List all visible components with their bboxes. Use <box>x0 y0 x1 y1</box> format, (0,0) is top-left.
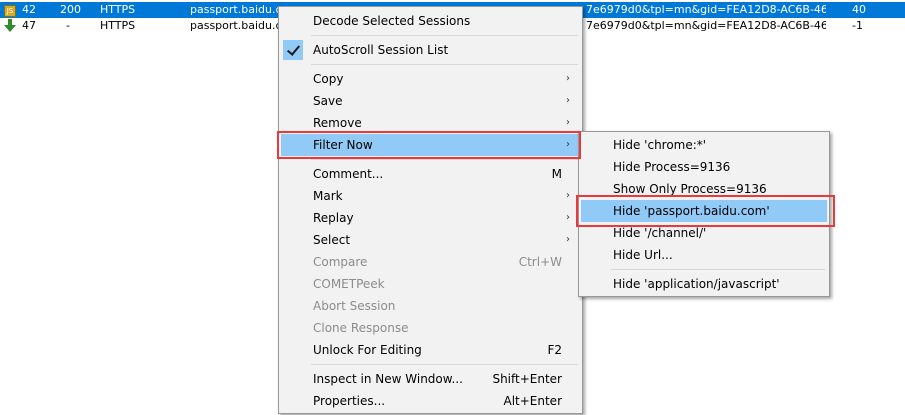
session-result: 200 <box>60 3 81 16</box>
menu-item-replay[interactable]: Replay › <box>281 207 580 229</box>
session-number: 42 <box>22 3 36 16</box>
shortcut-label: M <box>551 167 562 181</box>
menu-item-compare[interactable]: Compare Ctrl+W <box>281 251 580 273</box>
submenu-arrow-icon: › <box>566 212 570 223</box>
submenu-item-show-only-process[interactable]: Show Only Process=9136 <box>581 178 827 200</box>
menu-separator <box>611 269 825 270</box>
checkmark-icon <box>283 40 303 60</box>
submenu-arrow-icon: › <box>566 190 570 201</box>
menu-item-comment[interactable]: Comment... M <box>281 163 580 185</box>
submenu-arrow-icon: › <box>566 117 570 128</box>
menu-separator <box>311 159 578 160</box>
submenu-item-hide-host[interactable]: Hide 'passport.baidu.com' <box>581 200 827 222</box>
menu-item-filter-now[interactable]: Filter Now › <box>281 134 580 156</box>
shortcut-label: Ctrl+W <box>518 255 562 269</box>
session-body-size: 40 <box>852 3 866 16</box>
menu-separator <box>311 35 578 36</box>
session-context-menu: Decode Selected Sessions AutoScroll Sess… <box>278 6 583 414</box>
menu-item-remove[interactable]: Remove › <box>281 112 580 134</box>
menu-separator <box>311 64 578 65</box>
session-number: 47 <box>22 19 36 32</box>
submenu-item-hide-content-type[interactable]: Hide 'application/javascript' <box>581 273 827 295</box>
menu-item-unlock-for-editing[interactable]: Unlock For Editing F2 <box>281 339 580 361</box>
submenu-arrow-icon: › <box>566 95 570 106</box>
session-protocol: HTTPS <box>100 19 136 32</box>
session-url-tail: 7e6979d0&tpl=mn&gid=FEA12D8-AC6B-46B... <box>586 3 826 16</box>
https-lock-icon: JS <box>4 2 18 18</box>
menu-item-clone-response[interactable]: Clone Response <box>281 317 580 339</box>
menu-item-copy[interactable]: Copy › <box>281 68 580 90</box>
menu-item-autoscroll-session-list[interactable]: AutoScroll Session List <box>281 39 580 61</box>
menu-item-cometpeek[interactable]: COMETPeek <box>281 273 580 295</box>
submenu-item-hide-url[interactable]: Hide Url... <box>581 244 827 266</box>
shortcut-label: F2 <box>547 343 562 357</box>
download-arrow-icon <box>4 18 18 38</box>
menu-separator <box>311 364 578 365</box>
submenu-arrow-icon: › <box>566 139 570 150</box>
menu-item-mark[interactable]: Mark › <box>281 185 580 207</box>
submenu-item-hide-channel[interactable]: Hide '/channel/' <box>581 222 827 244</box>
shortcut-label: Shift+Enter <box>492 372 562 386</box>
submenu-item-hide-chrome[interactable]: Hide 'chrome:*' <box>581 134 827 156</box>
session-result: - <box>66 19 70 32</box>
session-url-tail: 7e6979d0&tpl=mn&gid=FEA12D8-AC6B-46B... <box>586 19 826 32</box>
menu-item-save[interactable]: Save › <box>281 90 580 112</box>
submenu-item-hide-process[interactable]: Hide Process=9136 <box>581 156 827 178</box>
menu-item-select[interactable]: Select › <box>281 229 580 251</box>
filter-now-submenu: Hide 'chrome:*' Hide Process=9136 Show O… <box>578 131 830 297</box>
submenu-arrow-icon: › <box>566 234 570 245</box>
menu-item-inspect-in-new-window[interactable]: Inspect in New Window... Shift+Enter <box>281 368 580 390</box>
session-body-size: -1 <box>852 19 863 32</box>
shortcut-label: Alt+Enter <box>503 394 562 408</box>
menu-item-properties[interactable]: Properties... Alt+Enter <box>281 390 580 412</box>
session-protocol: HTTPS <box>100 3 136 16</box>
menu-item-decode-selected-sessions[interactable]: Decode Selected Sessions <box>281 10 580 32</box>
menu-item-abort-session[interactable]: Abort Session <box>281 295 580 317</box>
submenu-arrow-icon: › <box>566 73 570 84</box>
